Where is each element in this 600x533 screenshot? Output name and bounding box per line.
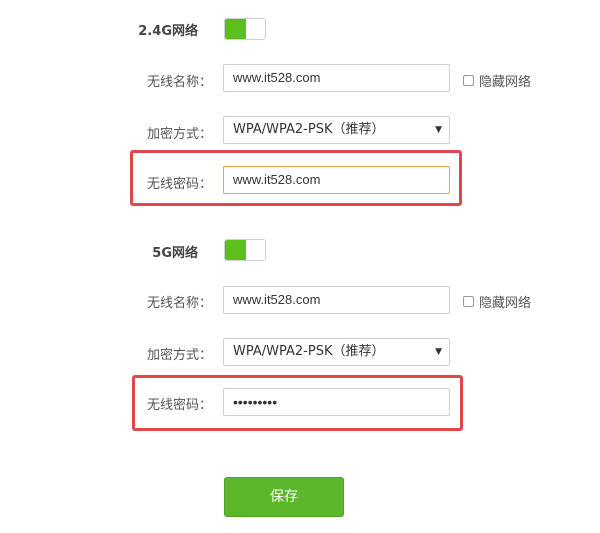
band5-title: 5G网络 [152,246,198,261]
band5-ssid-label: 无线名称： [146,296,212,311]
band5-toggle[interactable] [224,239,266,261]
toggle-knob [246,19,265,39]
save-button[interactable]: 保存 [224,477,344,517]
band5-hide-checkbox[interactable] [463,296,474,307]
band24-password-input[interactable]: www.it528.com [223,166,450,194]
dropdown-arrow-icon: ▼ [435,347,442,357]
band24-title: 2.4G网络 [138,24,198,39]
band24-ssid-input[interactable]: www.it528.com [223,64,450,92]
band5-security-label: 加密方式： [146,348,212,363]
band24-security-select[interactable]: WPA/WPA2-PSK（推荐） ▼ [223,116,450,144]
toggle-on-indicator [225,19,246,39]
toggle-on-indicator [225,240,246,260]
band5-hide-label: 隐藏网络 [479,296,532,311]
band24-hide-network[interactable]: 隐藏网络 [463,71,531,90]
band24-toggle[interactable] [224,18,266,40]
band5-password-label: 无线密码： [146,398,212,413]
band24-hide-checkbox[interactable] [463,75,474,86]
band24-ssid-label: 无线名称： [146,75,212,90]
band24-password-label: 无线密码： [146,177,212,192]
band5-security-value: WPA/WPA2-PSK（推荐） [233,344,385,359]
band5-ssid-input[interactable]: www.it528.com [223,286,450,314]
band5-security-select[interactable]: WPA/WPA2-PSK（推荐） ▼ [223,338,450,366]
band5-password-input[interactable]: ••••••••• [223,388,450,416]
dropdown-arrow-icon: ▼ [435,125,442,135]
band24-security-value: WPA/WPA2-PSK（推荐） [233,122,385,137]
toggle-knob [246,240,265,260]
band24-security-label: 加密方式： [146,127,212,142]
band5-hide-network[interactable]: 隐藏网络 [463,292,531,311]
band24-hide-label: 隐藏网络 [479,75,532,90]
